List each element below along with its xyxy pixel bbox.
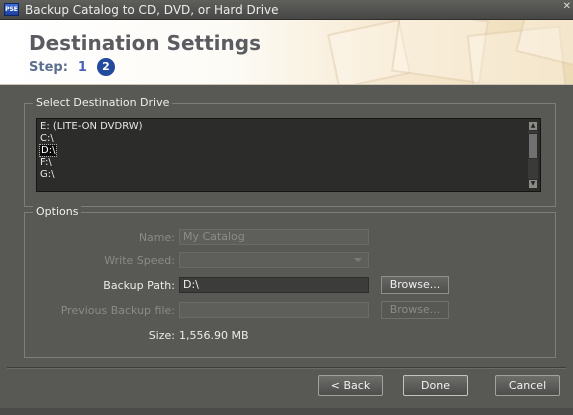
scroll-up-icon[interactable]: ▲ bbox=[528, 121, 538, 131]
size-label: Size: bbox=[148, 329, 175, 342]
step-indicator: Step: 1 2 bbox=[29, 58, 115, 76]
scroll-thumb[interactable] bbox=[528, 133, 538, 159]
header-banner: Destination Settings Step: 1 2 bbox=[0, 20, 573, 85]
window-title: Backup Catalog to CD, DVD, or Hard Drive bbox=[25, 2, 279, 17]
size-value: 1,556.90 MB bbox=[179, 329, 249, 342]
step-1: 1 bbox=[77, 59, 87, 75]
done-button[interactable]: Done bbox=[403, 375, 468, 396]
write-speed-label: Write Speed: bbox=[104, 254, 175, 267]
footer-divider bbox=[7, 367, 566, 369]
drive-item-c[interactable]: C:\ bbox=[37, 133, 530, 145]
scroll-down-icon[interactable]: ▼ bbox=[528, 179, 538, 189]
page-title: Destination Settings bbox=[29, 31, 261, 55]
drive-item-e[interactable]: E: (LITE-ON DVDRW) bbox=[37, 121, 530, 133]
drive-group-legend: Select Destination Drive bbox=[33, 96, 173, 109]
backup-path-field[interactable]: D:\ bbox=[179, 277, 369, 293]
title-bar: PSE Backup Catalog to CD, DVD, or Hard D… bbox=[0, 0, 573, 20]
previous-backup-field[interactable] bbox=[179, 302, 369, 318]
options-group-legend: Options bbox=[33, 205, 82, 218]
drive-item-d-selected[interactable]: D:\ bbox=[37, 144, 530, 157]
name-label: Name: bbox=[138, 231, 175, 244]
drive-item-g[interactable]: G:\ bbox=[37, 169, 530, 181]
back-button[interactable]: < Back bbox=[318, 375, 383, 396]
close-icon[interactable]: ✕ bbox=[563, 1, 571, 12]
step-2-current: 2 bbox=[96, 58, 115, 76]
cancel-button[interactable]: Cancel bbox=[495, 375, 560, 396]
browse-backup-path-button[interactable]: Browse... bbox=[381, 276, 449, 294]
browse-previous-backup-button[interactable]: Browse... bbox=[381, 301, 449, 319]
chevron-down-icon bbox=[354, 258, 362, 262]
name-field[interactable]: My Catalog bbox=[179, 229, 369, 245]
options-group: Options Name: My Catalog Write Speed: Ba… bbox=[24, 205, 556, 358]
backup-path-label: Backup Path: bbox=[103, 279, 175, 292]
drive-item-f[interactable]: F:\ bbox=[37, 157, 530, 169]
step-label: Step: bbox=[29, 59, 68, 75]
select-destination-drive-group: Select Destination Drive E: (LITE-ON DVD… bbox=[24, 96, 556, 207]
bottom-edge bbox=[0, 408, 573, 415]
drive-list[interactable]: E: (LITE-ON DVDRW) C:\ D:\ F:\ G:\ ▲ ▼ bbox=[36, 118, 541, 192]
drive-list-scrollbar[interactable]: ▲ ▼ bbox=[528, 121, 538, 189]
previous-backup-label: Previous Backup file: bbox=[60, 304, 175, 317]
app-icon: PSE bbox=[4, 3, 19, 16]
write-speed-select[interactable] bbox=[179, 252, 369, 268]
